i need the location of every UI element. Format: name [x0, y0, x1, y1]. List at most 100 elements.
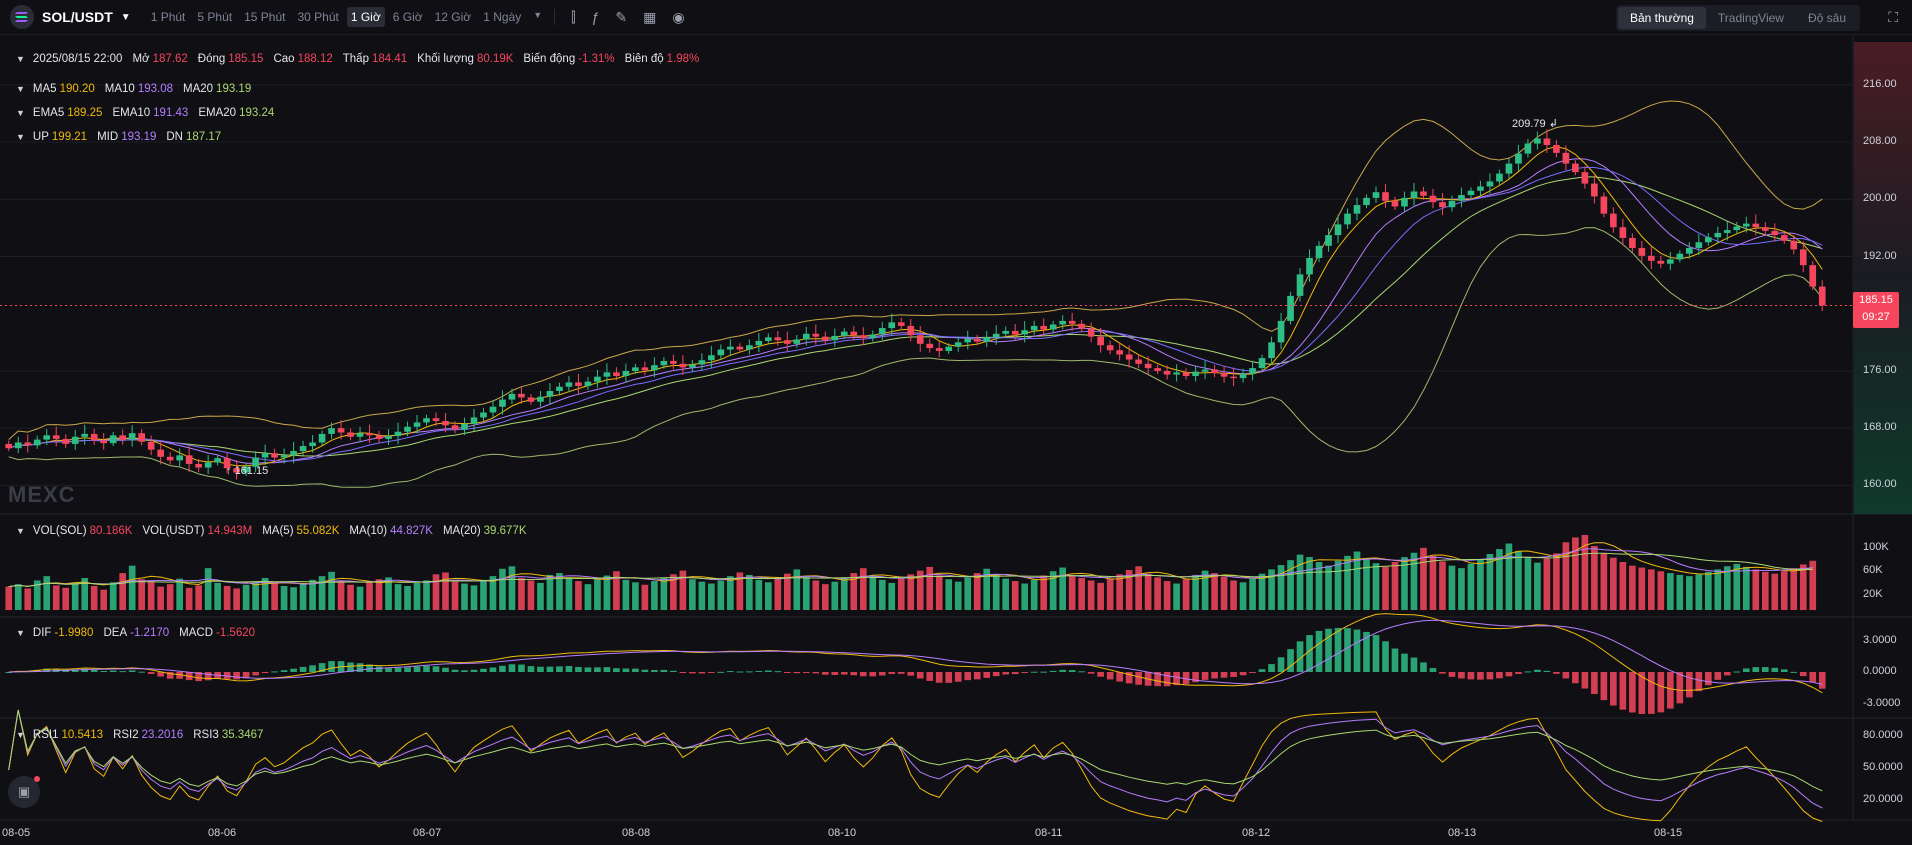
chevron-down-icon[interactable]: ▼	[16, 526, 25, 536]
volume-bar	[1524, 557, 1532, 610]
macd-bar	[470, 669, 478, 672]
vol-usdt-value: 14.943M	[207, 525, 253, 537]
chevron-down-icon[interactable]: ▼	[16, 84, 25, 94]
ma10-line	[8, 158, 1823, 464]
macd-bar	[1790, 671, 1798, 673]
ma20-value: 193.19	[216, 83, 252, 95]
volume-bar	[641, 584, 649, 610]
ema10-value: 191.43	[153, 107, 189, 119]
chevron-down-icon[interactable]: ▼	[16, 132, 25, 142]
candle-body	[1163, 370, 1171, 375]
macd-bar	[1087, 672, 1095, 674]
volume-bar	[1306, 557, 1313, 610]
candle-body	[1268, 342, 1275, 359]
candle-body	[1401, 197, 1408, 207]
macd-bar	[100, 671, 108, 673]
candle-body	[1467, 190, 1475, 196]
open-value: 187.62	[152, 53, 188, 65]
date-label: 08-08	[622, 827, 651, 839]
macd-bar	[1201, 672, 1209, 680]
macd-bar	[698, 672, 706, 674]
volume-bar	[499, 568, 506, 610]
candle-body	[1372, 192, 1380, 198]
chart-canvas[interactable]	[0, 0, 1912, 845]
date-label: 08-11	[1035, 827, 1063, 839]
chevron-down-icon[interactable]: ▼	[16, 628, 25, 638]
macd-bar	[954, 672, 962, 682]
volume-bar	[1211, 573, 1218, 610]
volume-bar	[100, 589, 108, 610]
macd-bar	[527, 666, 535, 672]
volume-bar	[508, 566, 516, 610]
macd-bar	[907, 672, 915, 676]
boll-dn-label: DN	[166, 131, 183, 143]
candle-body	[1154, 368, 1161, 371]
macd-bar	[1619, 672, 1627, 710]
candle-body	[698, 360, 706, 365]
candle-body	[651, 365, 658, 371]
rsi-axis-label: 80.0000	[1863, 729, 1903, 741]
candle-body	[1505, 163, 1513, 174]
vol-ma20-label: MA(20)	[442, 525, 481, 537]
chevron-down-icon[interactable]: ▼	[16, 730, 25, 740]
volume-bar	[147, 581, 155, 610]
volume-axis-label: 100K	[1863, 541, 1889, 553]
ema10-label: EMA10	[112, 107, 151, 119]
macd-bar	[983, 672, 991, 678]
volume-bar	[774, 578, 782, 610]
date-label: 08-10	[828, 827, 857, 839]
candle-body	[309, 442, 316, 447]
candle-body	[1363, 197, 1370, 206]
volume-bar	[594, 579, 601, 610]
macd-bar	[1306, 635, 1313, 672]
macd-bar	[1429, 668, 1437, 672]
candle-body	[33, 439, 41, 446]
rsi-axis-label: 20.0000	[1863, 793, 1903, 805]
candle-body	[1059, 320, 1066, 325]
candle-body	[641, 367, 649, 371]
macd-bar	[1467, 672, 1475, 680]
price-axis-label: 160.00	[1863, 478, 1897, 491]
rsi3-label: RSI3	[193, 729, 219, 741]
chevron-down-icon[interactable]: ▼	[16, 108, 25, 118]
volume-bar	[812, 580, 820, 610]
volume-bar	[1543, 558, 1551, 610]
candle-body	[1011, 330, 1019, 335]
candle-body	[1543, 138, 1551, 145]
price-axis-label: 200.00	[1863, 192, 1897, 205]
candle-body	[1420, 191, 1427, 196]
volume-bar	[1391, 562, 1399, 610]
price-axis-label: 176.00	[1863, 363, 1897, 376]
candle-body	[1648, 255, 1655, 261]
macd-bar	[1458, 672, 1465, 679]
macd-bar	[1486, 672, 1494, 680]
macd-bar	[755, 670, 763, 672]
candle-body	[1030, 325, 1038, 331]
volume-bar	[992, 574, 1000, 610]
boll-up-label: UP	[32, 131, 49, 143]
volume-bar	[280, 586, 288, 610]
volume-bar	[1239, 582, 1247, 610]
candle-body	[138, 433, 145, 442]
macd-bar	[1334, 627, 1342, 672]
rsi-legend: ▼ RSI1 10.5413 RSI2 23.2016 RSI3 35.3467	[16, 729, 273, 741]
volume-bar	[1761, 571, 1769, 610]
candle-body	[992, 333, 1000, 338]
candle-body	[717, 349, 725, 356]
macd-bar	[1686, 672, 1693, 698]
price-axis-label: 192.00	[1863, 249, 1897, 262]
candle-body	[214, 458, 221, 463]
candle-body	[1429, 195, 1437, 203]
chevron-down-icon[interactable]: ▼	[16, 54, 25, 64]
volume-bar	[375, 579, 383, 610]
volume-bar	[413, 582, 421, 610]
candle-body	[1515, 153, 1522, 164]
macd-bar	[859, 672, 867, 677]
candle-body	[71, 436, 79, 444]
macd-bar	[1135, 672, 1142, 685]
candle-body	[603, 372, 611, 377]
volume-bar	[1230, 580, 1237, 610]
macd-bar	[1629, 672, 1636, 713]
candle-body	[1097, 336, 1104, 346]
macd-bar	[1372, 635, 1380, 672]
